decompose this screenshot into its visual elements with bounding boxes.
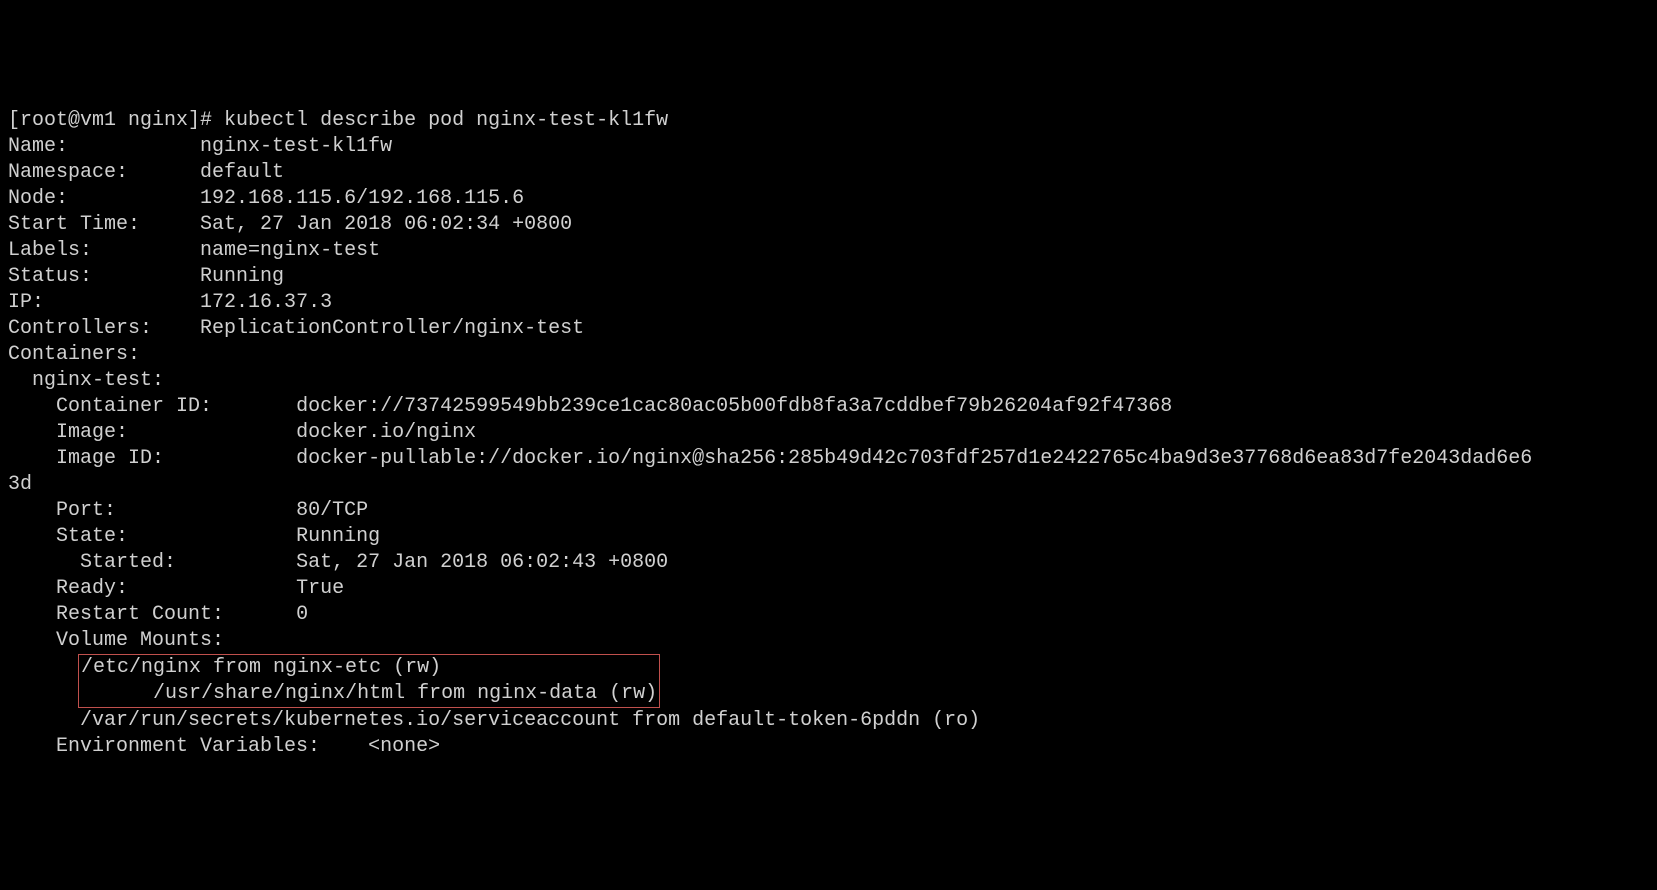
volume-mount-1: /etc/nginx from nginx-etc (rw)	[81, 656, 441, 679]
field-label-state: State:	[56, 525, 128, 548]
field-value-ip: 172.16.37.3	[200, 291, 332, 314]
field-label-env-vars: Environment Variables:	[56, 735, 320, 758]
field-value-image: docker.io/nginx	[296, 421, 476, 444]
field-label-volume-mounts: Volume Mounts:	[56, 629, 224, 652]
field-value-started: Sat, 27 Jan 2018 06:02:43 +0800	[296, 551, 668, 574]
field-label-image: Image:	[56, 421, 128, 444]
field-label-ip: IP:	[8, 291, 44, 314]
volume-mounts-highlight: /etc/nginx from nginx-etc (rw) /usr/shar…	[78, 654, 660, 708]
field-value-labels: name=nginx-test	[200, 239, 380, 262]
terminal-output[interactable]: [root@vm1 nginx]# kubectl describe pod n…	[8, 108, 1649, 760]
field-label-started: Started:	[80, 551, 176, 574]
field-value-image-id: docker-pullable://docker.io/nginx@sha256…	[296, 447, 1532, 470]
field-value-node: 192.168.115.6/192.168.115.6	[200, 187, 524, 210]
field-value-status: Running	[200, 265, 284, 288]
field-value-container-id: docker://73742599549bb239ce1cac80ac05b00…	[296, 395, 1172, 418]
field-value-namespace: default	[200, 161, 284, 184]
field-value-state: Running	[296, 525, 380, 548]
field-label-restart-count: Restart Count:	[56, 603, 224, 626]
container-name: nginx-test:	[32, 369, 164, 392]
field-value-image-id-wrap: 3d	[8, 473, 32, 496]
field-label-labels: Labels:	[8, 239, 92, 262]
field-label-ready: Ready:	[56, 577, 128, 600]
volume-mount-2: /usr/share/nginx/html from nginx-data (r…	[153, 682, 657, 705]
field-label-status: Status:	[8, 265, 92, 288]
field-label-image-id: Image ID:	[56, 447, 164, 470]
shell-prompt: [root@vm1 nginx]#	[8, 109, 224, 132]
containers-label: Containers:	[8, 343, 140, 366]
volume-mount-3: /var/run/secrets/kubernetes.io/serviceac…	[80, 709, 980, 732]
field-value-restart-count: 0	[296, 603, 308, 626]
field-value-start-time: Sat, 27 Jan 2018 06:02:34 +0800	[200, 213, 572, 236]
field-label-port: Port:	[56, 499, 116, 522]
field-label-node: Node:	[8, 187, 68, 210]
field-label-controllers: Controllers:	[8, 317, 152, 340]
command-text: kubectl describe pod nginx-test-kl1fw	[224, 109, 668, 132]
field-value-name: nginx-test-kl1fw	[200, 135, 392, 158]
field-value-env-vars: <none>	[368, 735, 440, 758]
field-value-ready: True	[296, 577, 344, 600]
field-value-controllers: ReplicationController/nginx-test	[200, 317, 584, 340]
field-value-port: 80/TCP	[296, 499, 368, 522]
field-label-container-id: Container ID:	[56, 395, 212, 418]
field-label-namespace: Namespace:	[8, 161, 128, 184]
field-label-name: Name:	[8, 135, 68, 158]
field-label-start-time: Start Time:	[8, 213, 140, 236]
